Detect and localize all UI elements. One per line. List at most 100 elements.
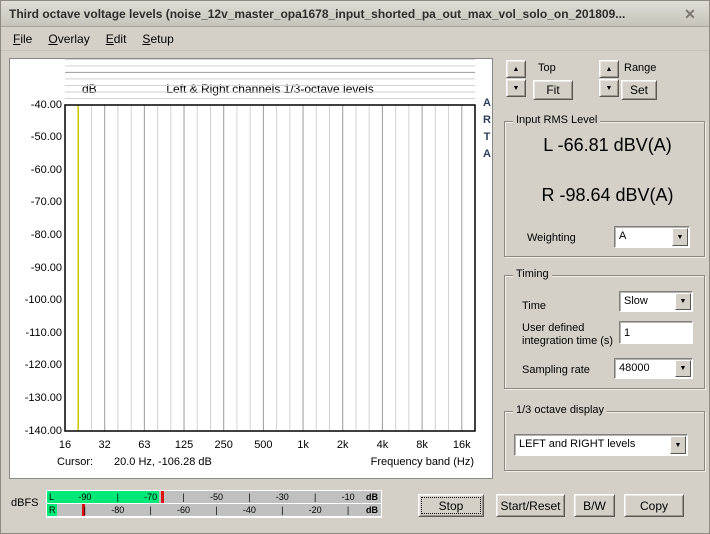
timing-groupbox: Timing Time Slow ▼ User defined integrat…	[504, 275, 705, 389]
time-dropdown[interactable]: Slow ▼	[619, 291, 693, 312]
fit-button[interactable]: Fit	[533, 80, 573, 100]
meter-tick: |	[314, 491, 316, 503]
cursor-value: 20.0 Hz, -106.28 dB	[114, 456, 212, 468]
sampling-rate-value: 48000	[619, 362, 650, 374]
input-rms-title: Input RMS Level	[513, 114, 600, 126]
meter-scale-label: -20	[309, 504, 322, 516]
meter-row-r: R|-80|-60|-40|-20|dB	[47, 504, 381, 516]
title-bar[interactable]: Third octave voltage levels (noise_12v_m…	[1, 1, 709, 27]
weighting-label: Weighting	[527, 232, 611, 245]
meter-scale-label: -80	[111, 504, 124, 516]
arta-letter: R	[480, 114, 494, 126]
range-label: Range	[624, 62, 656, 74]
top-spinner: ▲ ▼	[506, 60, 526, 98]
range-down-button[interactable]: ▼	[599, 79, 619, 97]
meter-tick: |	[84, 504, 86, 516]
menu-item-overlay[interactable]: Overlay	[40, 29, 97, 49]
window-title: Third octave voltage levels (noise_12v_m…	[9, 7, 625, 21]
meter-unit-label: dB	[366, 491, 378, 503]
weighting-value: A	[619, 230, 626, 242]
x-axis-tick: 32	[83, 439, 127, 451]
time-value: Slow	[624, 295, 648, 307]
right-rms-readout: R -98.64 dBV(A)	[515, 185, 700, 206]
down-arrow-icon: ▼	[606, 85, 613, 92]
y-axis-tick: -80.00	[12, 229, 62, 241]
octave-display-title: 1/3 octave display	[513, 404, 607, 416]
y-axis-tick: -40.00	[12, 99, 62, 111]
menu-bar: FileOverlayEditSetup	[1, 27, 709, 51]
meter-scale-label: -60	[177, 504, 190, 516]
meter-unit-label: dB	[366, 504, 378, 516]
chart-plot[interactable]	[10, 59, 494, 480]
up-arrow-icon: ▲	[513, 66, 520, 73]
copy-button[interactable]: Copy	[624, 494, 684, 517]
dbfs-label: dBFS	[11, 497, 39, 509]
range-spinner: ▲ ▼	[599, 60, 619, 98]
x-axis-tick: 125	[162, 439, 206, 451]
time-label: Time	[522, 300, 546, 312]
octave-display-groupbox: 1/3 octave display LEFT and RIGHT levels…	[504, 411, 705, 471]
menu-item-edit[interactable]: Edit	[98, 29, 135, 49]
meter-tick: |	[248, 491, 250, 503]
set-button[interactable]: Set	[621, 80, 657, 100]
dropdown-arrow-icon[interactable]: ▼	[675, 293, 691, 310]
x-axis-tick: 63	[122, 439, 166, 451]
meter-level-bar	[47, 491, 159, 503]
meter-channel-label: R	[49, 504, 56, 516]
cursor-readout-row: Cursor: 20.0 Hz, -106.28 dB Frequency ba…	[10, 456, 494, 470]
x-axis-tick: 1k	[281, 439, 325, 451]
dropdown-arrow-icon[interactable]: ▼	[670, 436, 686, 454]
arta-letter: A	[480, 97, 494, 109]
y-axis-tick: -120.00	[12, 359, 62, 371]
sampling-rate-label: Sampling rate	[522, 364, 590, 376]
graph-panel: dB Left & Right channels 1/3-octave leve…	[9, 58, 493, 479]
top-up-button[interactable]: ▲	[506, 60, 526, 78]
meter-scale-label: -90	[78, 491, 91, 503]
meter-tick: |	[182, 491, 184, 503]
x-axis-tick: 16k	[440, 439, 484, 451]
start-reset-button[interactable]: Start/Reset	[496, 494, 565, 517]
y-axis-tick: -50.00	[12, 131, 62, 143]
sampling-rate-dropdown[interactable]: 48000 ▼	[614, 358, 693, 379]
octave-display-value: LEFT and RIGHT levels	[519, 438, 635, 450]
x-axis-tick: 500	[241, 439, 285, 451]
meter-channel-label: L	[49, 491, 54, 503]
meter-tick: |	[149, 504, 151, 516]
meter-scale-label: -30	[276, 491, 289, 503]
close-icon[interactable]: ✕	[681, 5, 699, 23]
meter-peak-indicator	[161, 491, 164, 503]
y-axis-tick: -60.00	[12, 164, 62, 176]
octave-display-dropdown[interactable]: LEFT and RIGHT levels ▼	[514, 434, 688, 456]
top-down-button[interactable]: ▼	[506, 79, 526, 97]
y-axis-tick: -140.00	[12, 425, 62, 437]
y-axis-tick: -110.00	[12, 327, 62, 339]
dropdown-arrow-icon[interactable]: ▼	[675, 360, 691, 377]
range-up-button[interactable]: ▲	[599, 60, 619, 78]
meter-scale-label: -50	[210, 491, 223, 503]
meter-tick: |	[281, 504, 283, 516]
meter-tick: |	[117, 491, 119, 503]
x-axis-label: Frequency band (Hz)	[371, 456, 474, 468]
integration-time-label: User defined integration time (s)	[522, 322, 618, 353]
meter-scale-label: -10	[342, 491, 355, 503]
meter-scale-label: -40	[243, 504, 256, 516]
x-axis-tick: 2k	[321, 439, 365, 451]
arta-letter: T	[480, 131, 494, 143]
x-axis-tick: 4k	[360, 439, 404, 451]
y-axis-tick: -130.00	[12, 392, 62, 404]
y-axis-tick: -100.00	[12, 294, 62, 306]
bw-button[interactable]: B/W	[574, 494, 615, 517]
x-axis-tick: 8k	[400, 439, 444, 451]
stop-button[interactable]: Stop	[418, 494, 484, 517]
menu-item-file[interactable]: File	[5, 29, 40, 49]
weighting-dropdown[interactable]: A ▼	[614, 226, 690, 248]
arta-letter: A	[480, 148, 494, 160]
meter-tick: |	[347, 504, 349, 516]
integration-time-input[interactable]	[619, 321, 693, 344]
down-arrow-icon: ▼	[513, 85, 520, 92]
dropdown-arrow-icon[interactable]: ▼	[672, 228, 688, 246]
menu-item-setup[interactable]: Setup	[134, 29, 181, 49]
meter-scale-label: -70	[144, 491, 157, 503]
x-axis-tick: 250	[202, 439, 246, 451]
top-label: Top	[538, 62, 556, 74]
